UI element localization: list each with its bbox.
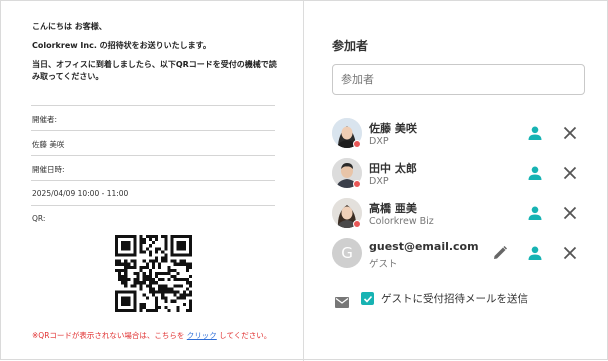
- invite-dialog: こんにちは お客様、 Colorkrew Inc. の招待状をお送りいたします。…: [0, 0, 608, 361]
- person-icon[interactable]: [525, 203, 545, 223]
- participant-name: 高橋 亜美: [369, 202, 417, 215]
- participant-row-guest: G guest@email.com ゲスト: [332, 236, 592, 270]
- person-icon[interactable]: [525, 123, 545, 143]
- participant-org: Colorkrew Biz: [369, 216, 434, 227]
- participant-org: DXP: [369, 136, 389, 147]
- participant-row: 田中 太郎 DXP: [332, 156, 592, 190]
- participant-name: 佐藤 美咲: [369, 122, 417, 135]
- email-intro: Colorkrew Inc. の招待状をお送りいたします。: [32, 41, 211, 50]
- person-icon[interactable]: [525, 163, 545, 183]
- status-dot: [353, 140, 361, 148]
- host-value: 佐藤 美咲: [31, 130, 275, 155]
- datetime-value: 2025/04/09 10:00 - 11:00: [31, 180, 275, 205]
- status-dot: [353, 180, 361, 188]
- datetime-label: 開催日時:: [31, 155, 275, 180]
- notice-prefix: ※QRコードが表示されない場合は、こちらを: [32, 331, 187, 340]
- remove-participant-button[interactable]: [560, 243, 580, 263]
- remove-participant-button[interactable]: [560, 203, 580, 223]
- event-info: 開催者: 佐藤 美咲 開催日時: 2025/04/09 10:00 - 11:0…: [31, 105, 275, 230]
- send-invite-label: ゲストに受付招待メールを送信: [381, 293, 528, 305]
- email-preview: こんにちは お客様、 Colorkrew Inc. の招待状をお送りいたします。…: [1, 1, 304, 361]
- participant-org: ゲスト: [369, 259, 398, 270]
- participant-row: 高橋 亜美 Colorkrew Biz: [332, 196, 592, 230]
- participants-panel: 参加者 佐藤 美咲 DXP: [305, 1, 608, 361]
- participant-org: DXP: [369, 176, 389, 187]
- send-invite-option: ゲストに受付招待メールを送信: [332, 290, 592, 308]
- mail-icon: [335, 293, 349, 312]
- remove-participant-button[interactable]: [560, 123, 580, 143]
- send-invite-checkbox[interactable]: [361, 292, 374, 305]
- remove-participant-button[interactable]: [560, 163, 580, 183]
- qr-label: QR:: [31, 205, 275, 230]
- pencil-icon[interactable]: [490, 243, 510, 263]
- panel-title: 参加者: [332, 39, 369, 53]
- notice-suffix: してください。: [216, 331, 272, 340]
- qr-notice: ※QRコードが表示されない場合は、こちらを クリック してください。: [32, 330, 292, 341]
- person-icon[interactable]: [525, 243, 545, 263]
- participant-name: 田中 太郎: [369, 162, 417, 175]
- status-dot: [353, 220, 361, 228]
- host-label: 開催者:: [31, 105, 275, 130]
- email-instruction: 当日、オフィスに到着しましたら、以下QRコードを受付の機械で読み取ってください。: [32, 60, 277, 81]
- email-greeting: こんにちは お客様、: [32, 22, 107, 31]
- participant-row: 佐藤 美咲 DXP: [332, 116, 592, 150]
- guest-avatar: G: [332, 238, 362, 268]
- qr-click-link[interactable]: クリック: [187, 331, 217, 340]
- email-body: こんにちは お客様、 Colorkrew Inc. の招待状をお送りいたします。…: [32, 21, 282, 90]
- participant-search-input[interactable]: [332, 64, 585, 95]
- participant-name: guest@email.com: [369, 240, 479, 253]
- qr-code: [115, 235, 192, 312]
